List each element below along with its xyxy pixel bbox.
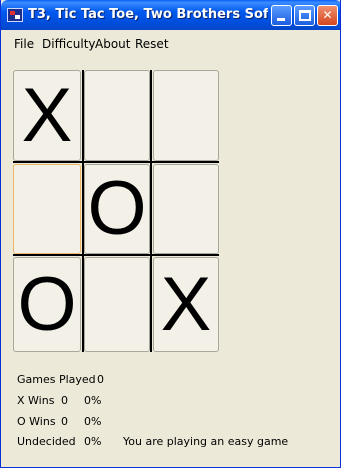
board-cell-4[interactable]: [13, 164, 81, 254]
board-cell-5[interactable]: O: [84, 164, 150, 254]
menu-difficulty[interactable]: Difficulty: [42, 37, 96, 51]
o-wins-value: 0: [61, 415, 68, 428]
board-cell-3[interactable]: [153, 70, 219, 161]
o-wins-label: O Wins: [17, 415, 56, 428]
x-wins-value: 0: [61, 394, 68, 407]
board-cell-7[interactable]: O: [13, 257, 81, 352]
games-played-value: 0: [97, 373, 104, 386]
window-title: T3, Tic Tac Toe, Two Brothers Soft...: [28, 7, 268, 22]
close-button[interactable]: ✕: [317, 5, 338, 26]
board-cell-8[interactable]: [84, 257, 150, 352]
board-cell-1[interactable]: X: [13, 70, 81, 161]
grid-line-horizontal-1: [13, 161, 219, 163]
menu-reset[interactable]: Reset: [135, 37, 169, 51]
game-board: X O O X: [13, 70, 219, 352]
maximize-button[interactable]: [294, 5, 315, 26]
undecided-percent: 0%: [84, 435, 102, 448]
minimize-button[interactable]: [271, 5, 292, 26]
o-wins-percent: 0%: [84, 415, 102, 428]
menu-file[interactable]: File: [14, 37, 34, 51]
games-played-label: Games Played: [17, 373, 96, 386]
grid-line-vertical-2: [150, 70, 152, 352]
status-message: You are playing an easy game: [123, 435, 289, 448]
board-cell-2[interactable]: [84, 70, 150, 161]
app-window: T3, Tic Tac Toe, Two Brothers Soft... ✕ …: [0, 0, 341, 468]
board-cell-9[interactable]: X: [153, 257, 219, 352]
minimize-icon: [277, 18, 285, 21]
maximize-icon: [299, 10, 311, 21]
title-bar[interactable]: T3, Tic Tac Toe, Two Brothers Soft... ✕: [1, 0, 340, 30]
close-icon: ✕: [322, 8, 333, 22]
grid-line-horizontal-2: [13, 254, 219, 256]
board-cell-6[interactable]: [153, 164, 219, 254]
undecided-label: Undecided: [17, 435, 76, 448]
menu-about[interactable]: About: [95, 37, 130, 51]
grid-line-vertical-1: [82, 70, 84, 352]
app-flag-icon[interactable]: [7, 8, 23, 22]
x-wins-percent: 0%: [84, 394, 102, 407]
menu-bar: File Difficulty About Reset: [2, 30, 340, 57]
x-wins-label: X Wins: [17, 394, 55, 407]
